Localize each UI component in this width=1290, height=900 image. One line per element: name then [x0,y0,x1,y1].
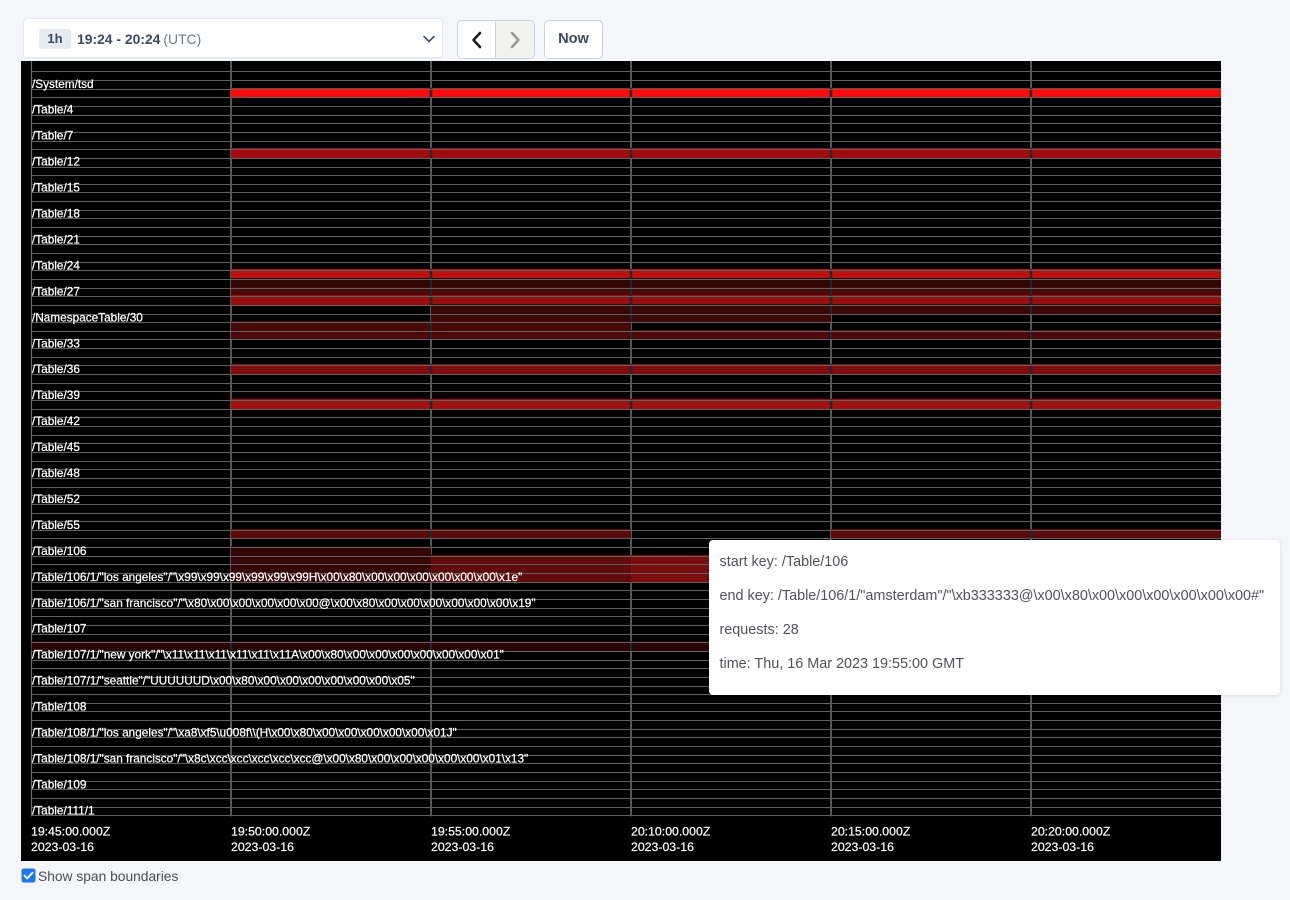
svg-text:/Table/15: /Table/15 [32,181,80,195]
svg-text:/Table/4: /Table/4 [32,103,74,117]
svg-text:2023-03-16: 2023-03-16 [431,840,494,854]
svg-text:/Table/45: /Table/45 [32,440,80,454]
svg-text:/Table/21: /Table/21 [32,232,80,246]
svg-text:/Table/111/1: /Table/111/1 [32,803,95,817]
svg-text:/Table/24: /Table/24 [32,258,80,272]
svg-text:19:50:00.000Z: 19:50:00.000Z [231,825,311,839]
svg-text:/Table/107: /Table/107 [32,622,86,636]
svg-text:/Table/52: /Table/52 [32,492,80,506]
svg-text:/Table/108/1/"san francisco"/": /Table/108/1/"san francisco"/"\x8c\xcc\x… [32,751,528,765]
svg-text:2023-03-16: 2023-03-16 [631,840,694,854]
svg-text:20:15:00.000Z: 20:15:00.000Z [831,825,911,839]
svg-text:2023-03-16: 2023-03-16 [1031,840,1094,854]
svg-text:/Table/106/1/"san francisco"/": /Table/106/1/"san francisco"/"\x80\x00\x… [32,596,536,610]
svg-text:/Table/55: /Table/55 [32,518,80,532]
svg-text:/Table/106: /Table/106 [32,544,87,558]
svg-text:20:10:00.000Z: 20:10:00.000Z [631,825,711,839]
svg-text:/Table/108: /Table/108 [32,700,87,714]
svg-text:/Table/109: /Table/109 [32,777,86,791]
svg-text:20:20:00.000Z: 20:20:00.000Z [1031,825,1111,839]
svg-text:/Table/48: /Table/48 [32,466,80,480]
svg-text:/Table/107/1/"seattle"/"UUUUUU: /Table/107/1/"seattle"/"UUUUUUD\x00\x80\… [32,674,415,688]
svg-text:/Table/42: /Table/42 [32,414,80,428]
svg-text:/Table/36: /Table/36 [32,362,80,376]
svg-text:/System/tsd: /System/tsd [32,77,94,91]
svg-text:2023-03-16: 2023-03-16 [831,840,894,854]
svg-text:/Table/7: /Table/7 [32,129,73,143]
svg-text:/Table/12: /Table/12 [32,155,80,169]
svg-text:/Table/107/1/"new york"/"\x11\: /Table/107/1/"new york"/"\x11\x11\x11\x1… [32,648,504,662]
svg-text:19:45:00.000Z: 19:45:00.000Z [31,825,111,839]
svg-text:/NamespaceTable/30: /NamespaceTable/30 [32,310,143,324]
svg-text:/Table/18: /Table/18 [32,207,80,221]
svg-text:/Table/27: /Table/27 [32,284,80,298]
svg-text:/Table/108/1/"los angeles"/"\x: /Table/108/1/"los angeles"/"\xa8\xf5\u00… [32,726,457,740]
svg-text:2023-03-16: 2023-03-16 [31,840,94,854]
svg-text:/Table/33: /Table/33 [32,336,80,350]
svg-text:2023-03-16: 2023-03-16 [231,840,294,854]
svg-text:/Table/106/1/"los angeles"/"\x: /Table/106/1/"los angeles"/"\x99\x99\x99… [32,570,522,584]
svg-text:19:55:00.000Z: 19:55:00.000Z [431,825,511,839]
svg-text:/Table/39: /Table/39 [32,388,80,402]
